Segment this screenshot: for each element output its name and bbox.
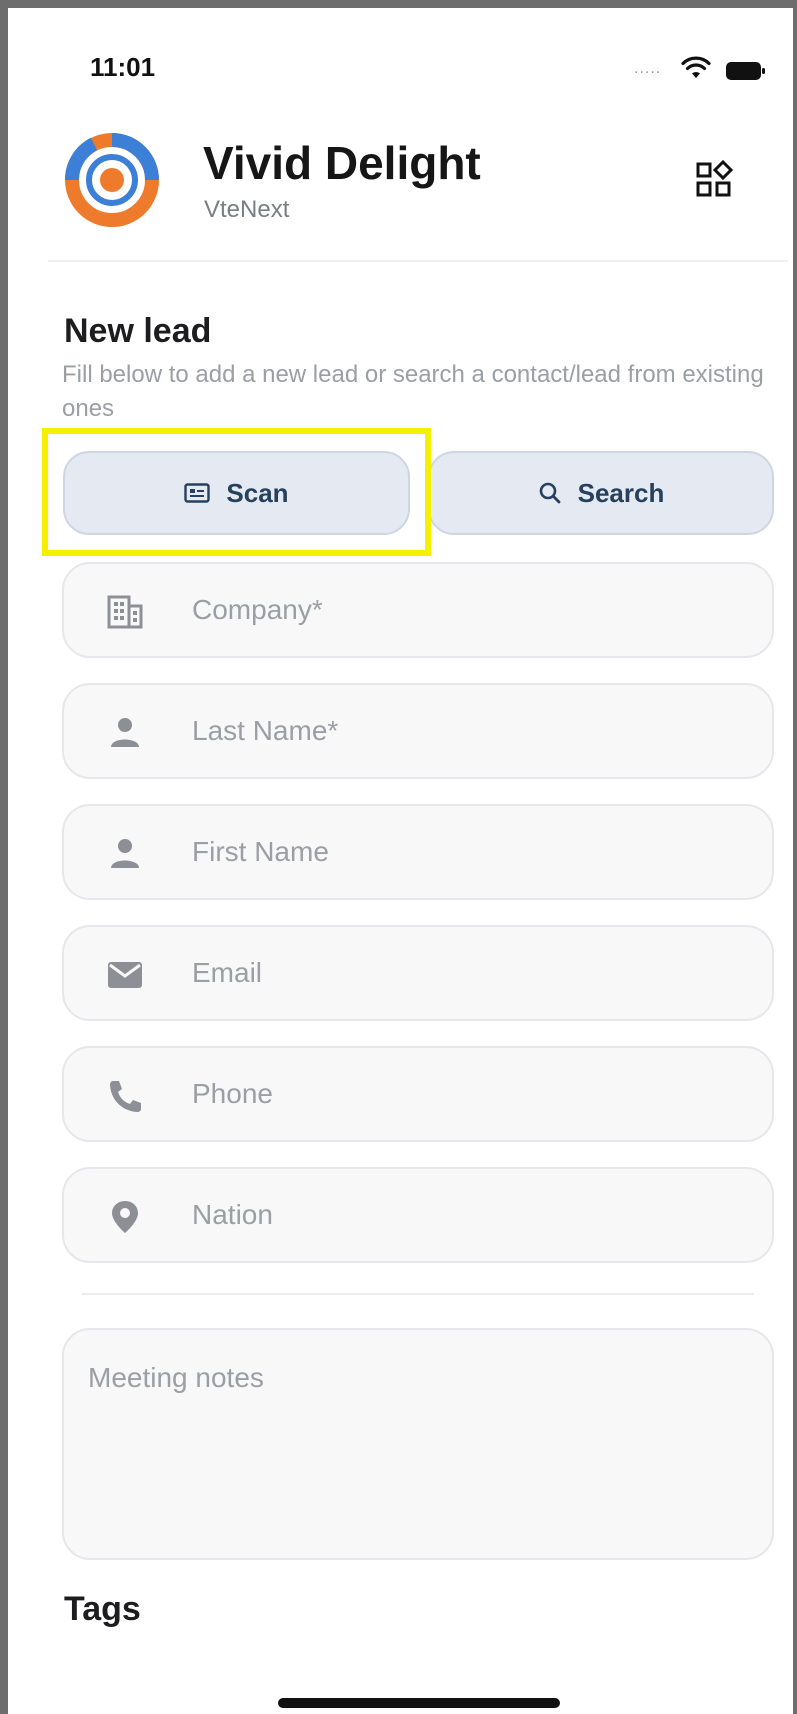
location-pin-icon xyxy=(112,1201,138,1233)
email-input[interactable] xyxy=(192,927,752,1019)
last-name-input[interactable] xyxy=(192,685,752,777)
app-logo xyxy=(64,133,159,227)
building-icon xyxy=(107,595,143,629)
company-input[interactable] xyxy=(192,564,752,656)
meeting-notes-input[interactable] xyxy=(62,1328,774,1560)
phone-field[interactable] xyxy=(62,1046,774,1142)
battery-icon xyxy=(726,62,765,80)
search-button-label: Search xyxy=(577,477,665,508)
cellular-signal-icon: ..... xyxy=(634,60,662,77)
widgets-icon[interactable] xyxy=(694,160,734,200)
app-subtitle: VteNext xyxy=(204,196,290,223)
home-indicator[interactable] xyxy=(278,1698,560,1708)
phone-input[interactable] xyxy=(192,1048,752,1140)
first-name-input[interactable] xyxy=(192,806,752,898)
search-button[interactable]: Search xyxy=(428,451,774,535)
form-divider xyxy=(82,1293,754,1295)
header-divider xyxy=(48,260,788,262)
last-name-field[interactable] xyxy=(62,683,774,779)
search-icon xyxy=(539,482,561,504)
app-title: Vivid Delight xyxy=(203,137,481,189)
highlight-box xyxy=(42,428,431,556)
status-time: 11:01 xyxy=(90,52,156,82)
section-title: New lead xyxy=(64,312,212,350)
wifi-icon xyxy=(681,56,711,78)
mail-icon xyxy=(108,962,142,988)
tags-title: Tags xyxy=(64,1590,141,1628)
nation-field[interactable] xyxy=(62,1167,774,1263)
first-name-field[interactable] xyxy=(62,804,774,900)
person-icon xyxy=(111,839,139,868)
phone-screen: 11:01 ..... Vivid Delight VteNext New le… xyxy=(0,0,797,1714)
company-field[interactable] xyxy=(62,562,774,658)
email-field[interactable] xyxy=(62,925,774,1021)
section-description: Fill below to add a new lead or search a… xyxy=(62,361,764,422)
phone-icon xyxy=(110,1081,141,1112)
nation-input[interactable] xyxy=(192,1169,752,1261)
person-icon xyxy=(111,718,139,747)
